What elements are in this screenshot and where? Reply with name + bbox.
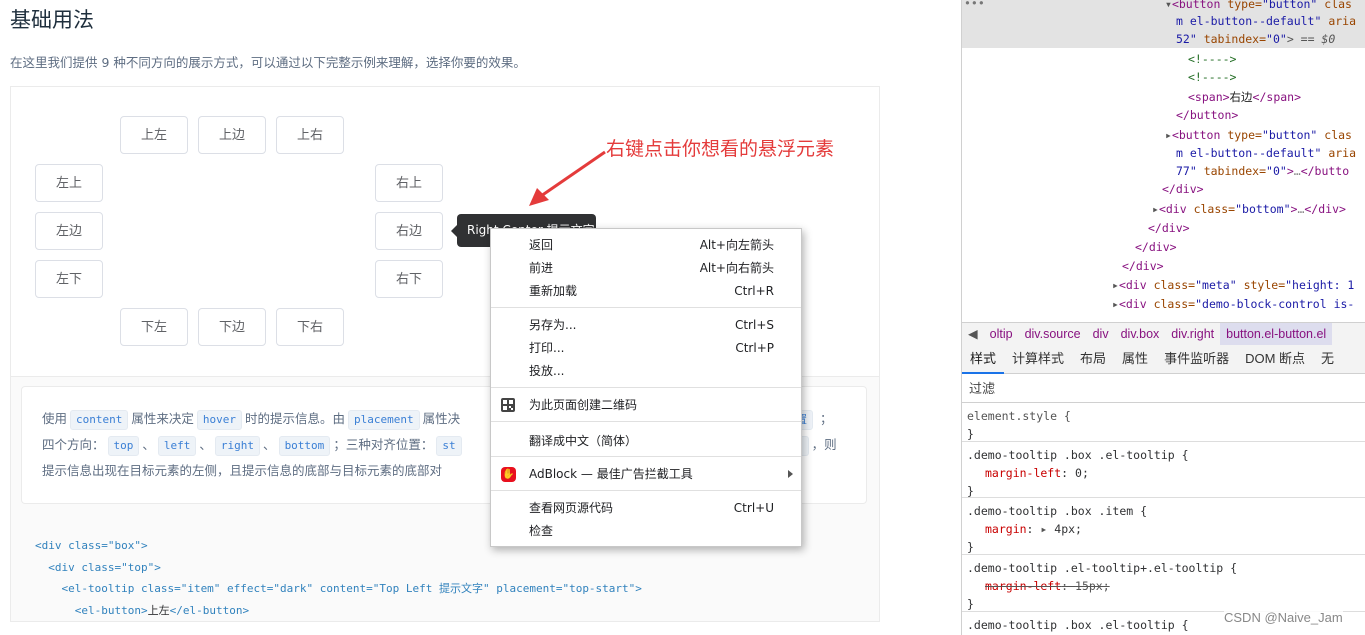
tab-computed[interactable]: 计算样式 xyxy=(1004,345,1072,372)
menu-separator xyxy=(491,307,801,308)
dom-node[interactable]: ▸<div class="meta" style="height: 1 xyxy=(1112,276,1354,295)
dom-node[interactable]: </div> xyxy=(1148,219,1190,238)
menu-item-reload[interactable]: 重新加载 Ctrl+R xyxy=(491,280,801,302)
style-rule[interactable]: .demo-tooltip .el-tooltip+.el-tooltip { … xyxy=(962,556,1365,612)
menu-separator xyxy=(491,490,801,491)
tab-dom-breakpoints[interactable]: DOM 断点 xyxy=(1237,345,1313,372)
left-top-button[interactable]: 左上 xyxy=(35,164,103,202)
menu-item-back[interactable]: 返回 Alt+向左箭头 xyxy=(491,234,801,256)
dom-node[interactable]: </div> xyxy=(1122,257,1164,276)
page-description: 在这里我们提供 9 种不同方向的展示方式，可以通过以下完整示例来理解，选择你要的… xyxy=(10,55,526,70)
style-rule[interactable]: element.style { } xyxy=(962,404,1365,442)
tab-accessibility[interactable]: 无 xyxy=(1313,345,1342,372)
dom-node[interactable]: ▸<button type="button" clas xyxy=(1165,126,1352,145)
annotation-text: 右键点击你想看的悬浮元素 xyxy=(606,138,835,160)
bottom-right-button[interactable]: 下右 xyxy=(276,308,344,346)
page-title: 基础用法 xyxy=(10,8,94,32)
menu-item-translate[interactable]: 翻译成中文（简体） xyxy=(491,430,801,452)
dom-node[interactable]: ▸<div class="bottom">…</div> xyxy=(1152,200,1346,219)
menu-item-view-source[interactable]: 查看网页源代码 Ctrl+U xyxy=(491,497,801,519)
menu-separator xyxy=(491,387,801,388)
dom-node[interactable]: m el-button--default" aria xyxy=(1176,12,1356,31)
dom-node[interactable]: ▸<div class="demo-block-control is- xyxy=(1112,295,1354,314)
tab-properties[interactable]: 属性 xyxy=(1114,345,1156,372)
breadcrumb-item[interactable]: oltip xyxy=(984,323,1019,345)
menu-separator xyxy=(491,421,801,422)
top-left-button[interactable]: 上左 xyxy=(120,116,188,154)
dom-node[interactable]: </button> xyxy=(1176,106,1238,125)
menu-item-inspect[interactable]: 检查 xyxy=(491,520,801,542)
right-button[interactable]: 右边 xyxy=(375,212,443,250)
tab-layout[interactable]: 布局 xyxy=(1072,345,1114,372)
expand-triangle-icon[interactable]: ▸ xyxy=(1040,522,1047,536)
bottom-button[interactable]: 下边 xyxy=(198,308,266,346)
dom-node[interactable]: 52" tabindex="0"> == $0 xyxy=(1176,30,1335,49)
dom-comment[interactable]: <!----> xyxy=(1188,50,1236,69)
menu-item-forward[interactable]: 前进 Alt+向右箭头 xyxy=(491,257,801,279)
menu-item-print[interactable]: 打印... Ctrl+P xyxy=(491,337,801,359)
top-right-button[interactable]: 上右 xyxy=(276,116,344,154)
qr-code-icon xyxy=(501,398,515,412)
code-sample: <div class="box"> <div class="top"> <el-… xyxy=(35,539,642,617)
menu-item-qr-code[interactable]: 为此页面创建二维码 xyxy=(491,394,801,416)
devtools-panel: ••• ▾<button type="button" clas m el-but… xyxy=(961,0,1365,635)
left-bottom-button[interactable]: 左下 xyxy=(35,260,103,298)
style-rule[interactable]: .demo-tooltip .box .el-tooltip { margin-… xyxy=(962,443,1365,498)
left-button[interactable]: 左边 xyxy=(35,212,103,250)
breadcrumb-item[interactable]: div xyxy=(1087,323,1115,345)
menu-item-adblock[interactable]: ✋ AdBlock — 最佳广告拦截工具 xyxy=(491,463,801,485)
tab-event-listeners[interactable]: 事件监听器 xyxy=(1156,345,1237,372)
breadcrumb-item[interactable]: div.box xyxy=(1115,323,1166,345)
watermark: CSDN @Naive_Jam xyxy=(1224,610,1343,625)
adblock-icon: ✋ xyxy=(501,467,516,482)
breadcrumb-item[interactable]: div.right xyxy=(1165,323,1220,345)
breadcrumb: ◀ oltip div.source div div.box div.right butto… xyxy=(962,322,1365,346)
menu-item-cast[interactable]: 投放... xyxy=(491,360,801,382)
context-menu: 返回 Alt+向左箭头 前进 Alt+向右箭头 重新加载 Ctrl+R 另存为... C… xyxy=(490,228,802,547)
top-button[interactable]: 上边 xyxy=(198,116,266,154)
menu-item-save-as[interactable]: 另存为... Ctrl+S xyxy=(491,314,801,336)
dom-node[interactable]: </div> xyxy=(1135,238,1177,257)
breadcrumb-item-active[interactable]: button.el-button.el xyxy=(1220,323,1333,345)
dom-node[interactable]: <span>右边</span> xyxy=(1188,88,1301,107)
dom-node[interactable]: m el-button--default" aria xyxy=(1176,144,1356,163)
right-top-button[interactable]: 右上 xyxy=(375,164,443,202)
right-bottom-button[interactable]: 右下 xyxy=(375,260,443,298)
menu-separator xyxy=(491,456,801,457)
styles-filter-input[interactable]: 过滤 xyxy=(962,375,1365,403)
scroll-left-icon[interactable]: ◀ xyxy=(962,327,984,341)
style-rule[interactable]: .demo-tooltip .box .item { margin: ▸ 4px… xyxy=(962,499,1365,555)
tab-styles[interactable]: 样式 xyxy=(962,345,1005,374)
annotation-arrow xyxy=(529,150,606,206)
dom-ellipsis[interactable]: ••• xyxy=(964,0,985,13)
dom-comment[interactable]: <!----> xyxy=(1188,68,1236,87)
dom-node[interactable]: </div> xyxy=(1162,180,1204,199)
submenu-arrow-icon xyxy=(788,470,793,478)
devtools-tabs: 样式 计算样式 布局 属性 事件监听器 DOM 断点无 xyxy=(962,345,1365,374)
dom-node[interactable]: 77" tabindex="0">…</butto xyxy=(1176,162,1349,181)
bottom-left-button[interactable]: 下左 xyxy=(120,308,188,346)
breadcrumb-item[interactable]: div.source xyxy=(1019,323,1087,345)
